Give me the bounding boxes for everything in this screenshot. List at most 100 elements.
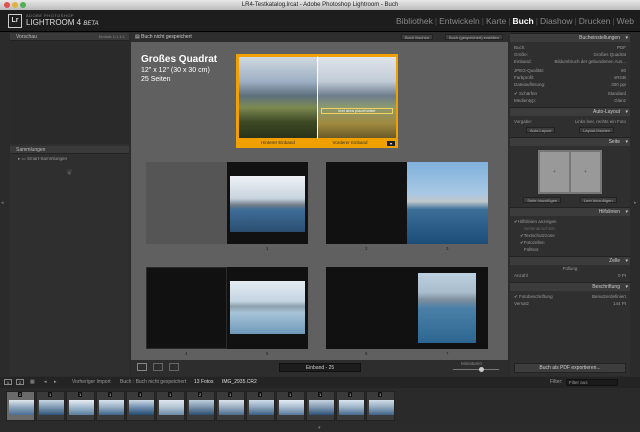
guide-filler[interactable]: Fülltext xyxy=(510,246,630,253)
filmstrip-thumbnail[interactable]: 1 xyxy=(306,391,335,421)
cover-back-photo[interactable] xyxy=(239,57,317,138)
auto-layout-header[interactable]: Auto-Layout xyxy=(510,107,630,117)
filmstrip-toggle-icon[interactable]: ▾ xyxy=(318,425,321,431)
grid-icon[interactable]: ▦ xyxy=(30,377,35,388)
usage-count-badge: 1 xyxy=(348,392,353,397)
cover-front-photo[interactable] xyxy=(318,57,396,138)
left-panel-toggle-icon[interactable]: ◂ xyxy=(1,200,4,206)
module-web[interactable]: Web xyxy=(617,16,634,26)
preview-header[interactable]: Vorschau Einfalls 1:1 4:1 xyxy=(10,33,129,41)
page-header[interactable]: Seite xyxy=(510,137,630,147)
filmstrip-thumbnail[interactable]: 2 xyxy=(186,391,215,421)
page-3[interactable] xyxy=(407,162,488,244)
nav-forward-icon[interactable]: ▸ xyxy=(54,377,57,388)
page-4[interactable] xyxy=(146,267,227,349)
filmstrip-thumbnail[interactable]: 2 xyxy=(6,391,35,421)
page-3-photo[interactable] xyxy=(407,162,488,244)
page-7[interactable] xyxy=(407,267,488,349)
clear-book-button[interactable]: Buch löschen xyxy=(401,34,434,40)
book-type-row[interactable]: Buch: PDF xyxy=(510,44,630,51)
clear-layout-button[interactable]: Layout löschen xyxy=(579,127,615,133)
page-7-photo[interactable] xyxy=(418,273,476,343)
page-2[interactable] xyxy=(326,162,407,244)
close-window-button[interactable] xyxy=(4,2,10,8)
page-6[interactable] xyxy=(326,267,407,349)
size-row[interactable]: Größe: Großes Quadrat xyxy=(510,51,630,58)
module-buch[interactable]: Buch xyxy=(513,16,534,26)
sharpen-row[interactable]: ✔ Schärfen Standard xyxy=(510,90,630,97)
single-page-view-icon[interactable] xyxy=(169,363,179,371)
book-icon: ▤ xyxy=(135,34,140,40)
filmstrip-thumbnail[interactable]: 1 xyxy=(366,391,395,421)
module-diashow[interactable]: Diashow xyxy=(540,16,573,26)
filmstrip-thumbnail[interactable]: 1 xyxy=(66,391,95,421)
module-drucken[interactable]: Drucken xyxy=(579,16,611,26)
title-bar: LR4-Testkatalog.lrcat - Adobe Photoshop … xyxy=(0,0,640,10)
filmstrip-thumbnail[interactable]: 1 xyxy=(156,391,185,421)
amount-row[interactable]: Anzahl 0 Pt xyxy=(510,272,630,279)
book-settings-header[interactable]: Bucheinstellungen xyxy=(510,33,630,43)
filmstrip-thumbnail[interactable]: 1 xyxy=(216,391,245,421)
page-5-photo[interactable] xyxy=(230,281,305,334)
page-1-photo[interactable] xyxy=(230,176,305,232)
minimize-window-button[interactable] xyxy=(12,2,18,8)
page-navigator[interactable]: Einband - 25 xyxy=(279,363,361,372)
filmstrip-thumbnail[interactable]: 1 xyxy=(336,391,365,421)
spread-view-icon[interactable] xyxy=(153,363,163,371)
auto-layout-button[interactable]: Auto-Layout xyxy=(525,127,556,133)
resolution-row[interactable]: Dateiauflösung: 300 ppi xyxy=(510,81,630,88)
add-page-button[interactable]: Seite hinzufügen xyxy=(523,197,562,203)
filmstrip-thumbnail[interactable]: 1 xyxy=(96,391,125,421)
page-layout-preview[interactable]: + + xyxy=(538,150,602,194)
filmstrip-thumbnail[interactable]: 1 xyxy=(276,391,305,421)
multi-page-view-icon[interactable] xyxy=(137,363,147,371)
spread-4[interactable] xyxy=(326,267,488,349)
usage-count-badge: 1 xyxy=(318,392,323,397)
cover-spread[interactable]: text area placeholder Hinterer Einband V… xyxy=(236,54,398,148)
filmstrip-thumbnail[interactable]: 1 xyxy=(36,391,65,421)
caption-header[interactable]: Beschriftung xyxy=(510,282,630,292)
add-blank-button[interactable]: Leer hinzufügen xyxy=(579,197,617,203)
guide-cells[interactable]: ✔ Fotozellen xyxy=(510,239,630,246)
filmstrip-thumbnail[interactable]: 1 xyxy=(126,391,155,421)
module-entwickeln[interactable]: Entwickeln xyxy=(439,16,480,26)
create-saved-book-button[interactable]: Buch (gespeichert) erstellen xyxy=(445,34,503,40)
cover-row[interactable]: Einband: Bildumbruch der gebundenen Aus..… xyxy=(510,58,630,65)
monitor-2-icon[interactable]: 2 xyxy=(16,379,24,385)
page-5[interactable] xyxy=(227,267,308,349)
nav-back-icon[interactable]: ◂ xyxy=(44,377,47,388)
cover-menu-icon[interactable]: ▾ xyxy=(387,141,395,146)
zoom-window-button[interactable] xyxy=(20,2,26,8)
right-panel-toggle-icon[interactable]: ▸ xyxy=(634,200,637,206)
guide-textsafe[interactable]: ✔ Textschutzzone xyxy=(510,232,630,239)
thumbnail-slider-handle[interactable] xyxy=(479,367,484,372)
guide-bleed[interactable]: Seitenanschnitt xyxy=(510,225,630,232)
spread-3[interactable] xyxy=(146,267,308,349)
collection-item-smart[interactable]: ▸ ▭ Smart-Sammlungen xyxy=(10,154,129,164)
jpeg-quality-row[interactable]: JPEG-Qualität: 80 xyxy=(510,67,630,74)
spread-1[interactable] xyxy=(146,162,308,244)
media-type-row[interactable]: Medientyp: Glanz xyxy=(510,97,630,104)
collections-header[interactable]: Sammlungen xyxy=(10,146,129,154)
module-karte[interactable]: Karte xyxy=(486,16,506,26)
offset-row[interactable]: Versatz 144 Pt xyxy=(510,300,630,307)
filmstrip-thumbnail[interactable]: 1 xyxy=(246,391,275,421)
module-bibliothek[interactable]: Bibliothek xyxy=(396,16,433,26)
export-pdf-button[interactable]: Buch als PDF exportieren... xyxy=(514,363,626,373)
thumbnail-size-slider[interactable] xyxy=(453,369,499,370)
checkbox-checked-icon: ✔ xyxy=(514,91,518,96)
filter-dropdown[interactable]: Filter aus xyxy=(566,379,618,386)
previous-import-link[interactable]: Vorheriger Import xyxy=(72,377,111,388)
page-1[interactable] xyxy=(227,162,308,244)
show-guides-row[interactable]: ✔ Hilfslinien anzeigen xyxy=(510,218,630,225)
cell-header[interactable]: Zelle xyxy=(510,256,630,266)
spread-2[interactable] xyxy=(326,162,488,244)
photo-caption-row[interactable]: ✔ Fotobeschriftung Benutzerdefiniert xyxy=(510,293,630,300)
color-profile-row[interactable]: Farbprofil: sRGB xyxy=(510,74,630,81)
guides-header[interactable]: Hilfslinien xyxy=(510,207,630,217)
preset-row[interactable]: Vorgabe: Links leer, rechts ein Foto xyxy=(510,118,630,125)
checkbox-checked-icon: ✔ xyxy=(514,294,518,299)
monitor-1-icon[interactable]: 1 xyxy=(4,379,12,385)
module-picker: Bibliothek | Entwickeln | Karte | Buch | Dia… xyxy=(396,16,634,26)
cover-text-box[interactable]: text area placeholder xyxy=(321,108,393,114)
